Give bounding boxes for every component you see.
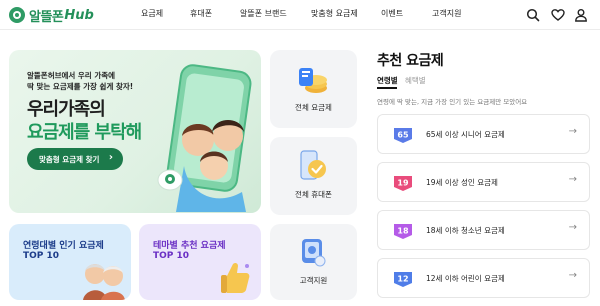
search-icon[interactable] [526, 8, 540, 22]
theme-top10-card[interactable]: 테마별 추천 요금제 TOP 10 [139, 224, 261, 300]
nav-item-support[interactable]: 고객지원 [432, 8, 461, 19]
nav-item-phones[interactable]: 휴대폰 [190, 8, 212, 19]
support-card[interactable]: 고객지원 [270, 224, 357, 300]
nav-item-custom-plans[interactable]: 맞춤형 요금제 [311, 8, 358, 19]
all-phones-card[interactable]: 전체 휴대폰 [270, 137, 357, 215]
plan-label: 19세 이상 성인 요금제 [426, 178, 498, 187]
age-badge-icon: 19 [394, 176, 412, 191]
heart-icon[interactable] [551, 8, 565, 22]
active-tab-indicator [377, 87, 397, 89]
theme-top10-subtitle: TOP 10 [153, 251, 190, 261]
support-label: 고객지원 [299, 276, 328, 285]
arrow-right-icon: → [568, 270, 577, 281]
user-icon[interactable] [574, 8, 588, 22]
all-plans-label: 전체 요금제 [295, 103, 332, 112]
plan-label: 12세 이하 어린이 요금제 [426, 274, 505, 283]
plan-label: 18세 이하 청소년 요금제 [426, 226, 505, 235]
family-phone-illustration [157, 64, 252, 212]
thumbs-up-icon [221, 262, 250, 293]
age-top10-subtitle: TOP 10 [23, 251, 60, 261]
grandparents-illustration [83, 264, 125, 300]
hero-banner[interactable]: 알뜰폰허브에서 우리 가족에 딱 맞는 요금제를 가장 쉽게 찾자! 우리가족의… [9, 50, 261, 213]
phone-check-icon [300, 150, 326, 180]
age-badge-icon: 18 [394, 224, 412, 239]
plan-row-adult[interactable]: 19 19세 이상 성인 요금제 → [377, 162, 590, 202]
all-plans-card[interactable]: 전체 요금제 [270, 50, 357, 128]
age-badge-text: 65 [397, 131, 409, 140]
age-badge-text: 18 [397, 227, 409, 236]
tab-benefit[interactable]: 혜택별 [405, 75, 426, 86]
plan-row-teen[interactable]: 18 18세 이하 청소년 요금제 → [377, 210, 590, 250]
all-phones-label: 전체 휴대폰 [295, 190, 332, 199]
age-badge-icon: 12 [394, 272, 412, 287]
main-nav: 요금제 휴대폰 알뜰폰 브랜드 맞춤형 요금제 이벤트 고객지원 [0, 0, 600, 30]
nav-item-events[interactable]: 이벤트 [381, 8, 403, 19]
arrow-right-icon: → [568, 174, 577, 185]
plan-row-senior[interactable]: 65 65세 이상 시니어 요금제 → [377, 114, 590, 154]
recommend-title: 추천 요금제 [377, 53, 444, 69]
age-badge-icon: 65 [394, 128, 412, 143]
age-top10-title: 연령대별 인기 요금제 [23, 241, 104, 251]
site-header: 알뜰폰 Hub 요금제 휴대폰 알뜰폰 브랜드 맞춤형 요금제 이벤트 고객지원 [0, 0, 600, 30]
age-badge-text: 19 [397, 179, 409, 188]
find-custom-plan-button[interactable]: 맞춤형 요금제 찾기 › [27, 148, 123, 170]
arrow-right-icon: → [568, 126, 577, 137]
banner-title-line2: 요금제를 부탁해 [27, 122, 142, 143]
chevron-right-icon: › [108, 152, 113, 163]
nav-item-plans[interactable]: 요금제 [141, 8, 163, 19]
find-custom-plan-label: 맞춤형 요금제 찾기 [39, 154, 100, 164]
arrow-right-icon: → [568, 222, 577, 233]
coins-icon [299, 68, 327, 93]
recommend-description: 연령에 딱 맞는, 지금 가장 인기 있는 요금제만 모았어요 [377, 98, 528, 106]
age-badge-text: 12 [397, 275, 408, 284]
age-top10-card[interactable]: 연령대별 인기 요금제 TOP 10 [9, 224, 131, 300]
support-phone-icon [302, 239, 326, 267]
nav-item-brands[interactable]: 알뜰폰 브랜드 [240, 8, 287, 19]
plan-label: 65세 이상 시니어 요금제 [426, 130, 505, 139]
tab-age[interactable]: 연령별 [377, 75, 398, 86]
plan-row-child[interactable]: 12 12세 이하 어린이 요금제 → [377, 258, 590, 298]
theme-top10-title: 테마별 추천 요금제 [153, 241, 226, 251]
